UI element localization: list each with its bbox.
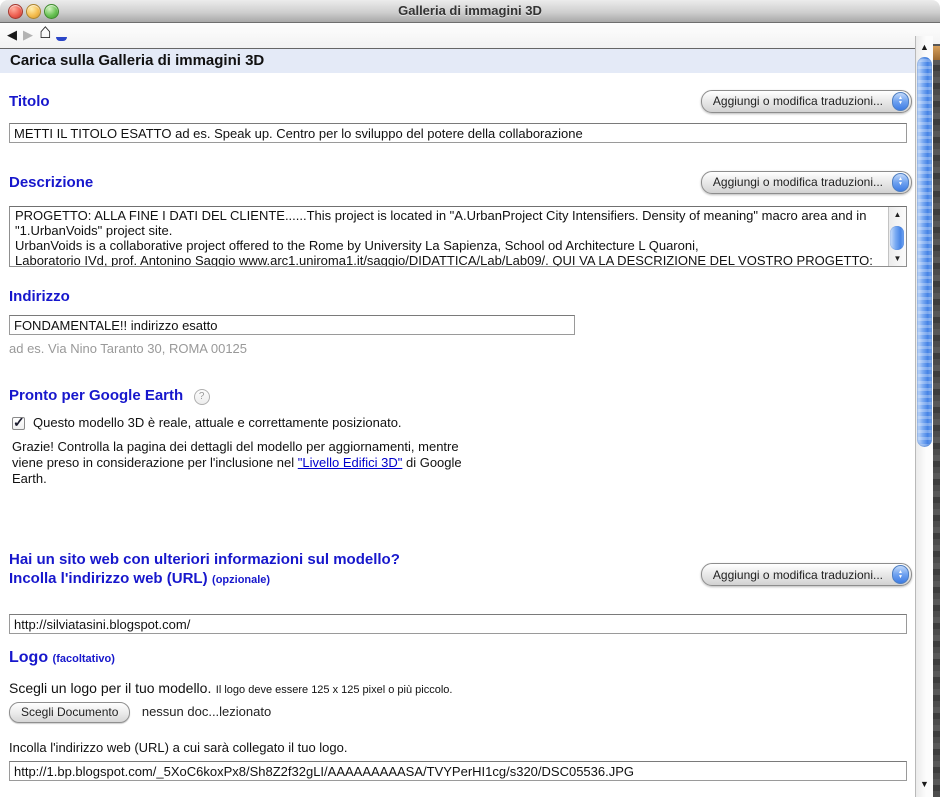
textarea-scrollbar[interactable]: ▲ ▼ — [888, 207, 906, 266]
titolo-heading: Titolo — [9, 93, 50, 110]
translations-popup[interactable]: Aggiungi o modifica traduzioni... ▲▼ — [701, 90, 912, 113]
website-heading-line1: Hai un sito web con ulteriori informazio… — [9, 551, 400, 568]
logo-heading: Logo — [9, 649, 48, 666]
website-optional-label: (opzionale) — [212, 574, 270, 586]
descrizione-text: PROGETTO: ALLA FINE I DATI DEL CLIENTE..… — [10, 207, 888, 266]
page-content: Carica sulla Galleria di immagini 3D Tit… — [0, 48, 916, 797]
home-underline-decoration — [56, 37, 67, 41]
translations-popup-label: Aggiungi o modifica traduzioni... — [713, 175, 883, 189]
logo-url-label: Incolla l'indirizzo web (URL) a cui sarà… — [9, 740, 906, 756]
real-model-checkbox-label: Questo modello 3D è reale, attuale e cor… — [33, 415, 402, 431]
window-titlebar: Galleria di immagini 3D — [0, 0, 940, 23]
translations-popup-label: Aggiungi o modifica traduzioni... — [713, 94, 883, 108]
home-icon[interactable]: ⌂ — [39, 23, 52, 41]
logo-choose-text: Scegli un logo per il tuo modello. — [9, 680, 211, 696]
website-heading-line2: Incolla l'indirizzo web (URL) — [9, 570, 208, 587]
scroll-up-icon[interactable]: ▲ — [916, 38, 933, 57]
google-earth-heading: Pronto per Google Earth — [9, 387, 183, 404]
desktop-background-detail — [933, 46, 940, 60]
help-icon[interactable]: ? — [194, 389, 210, 405]
website-url-input[interactable] — [9, 614, 907, 634]
logo-size-hint: Il logo deve essere 125 x 125 pixel o pi… — [216, 684, 453, 696]
livello-edifici-link[interactable]: "Livello Edifici 3D" — [298, 455, 403, 470]
app-window: Galleria di immagini 3D ◀ ▶ ⌂ Carica sul… — [0, 0, 940, 797]
popup-stepper-icon: ▲▼ — [892, 92, 909, 111]
indirizzo-hint: ad es. Via Nino Taranto 30, ROMA 00125 — [9, 341, 906, 356]
forward-icon: ▶ — [23, 26, 33, 44]
desktop-background-strip — [933, 44, 940, 797]
scrollbar-thumb[interactable] — [917, 57, 932, 447]
descrizione-heading: Descrizione — [9, 174, 93, 191]
browser-toolbar: ◀ ▶ ⌂ — [0, 23, 940, 48]
window-title: Galleria di immagini 3D — [0, 3, 940, 18]
back-icon[interactable]: ◀ — [7, 26, 17, 44]
popup-stepper-icon: ▲▼ — [892, 565, 909, 584]
indirizzo-heading: Indirizzo — [9, 288, 906, 305]
google-earth-note: Grazie! Controlla la pagina dei dettagli… — [12, 439, 474, 487]
no-file-selected-text: nessun doc...lezionato — [142, 704, 271, 719]
window-scrollbar[interactable]: ▲ ▼ — [915, 36, 933, 797]
titolo-input[interactable] — [9, 123, 907, 143]
indirizzo-input[interactable] — [9, 315, 575, 335]
translations-popup-label: Aggiungi o modifica traduzioni... — [713, 568, 883, 582]
scroll-down-icon[interactable]: ▼ — [916, 775, 933, 794]
scroll-up-icon[interactable]: ▲ — [889, 207, 906, 222]
real-model-checkbox[interactable] — [12, 417, 25, 430]
translations-popup[interactable]: Aggiungi o modifica traduzioni... ▲▼ — [701, 171, 912, 194]
translations-popup[interactable]: Aggiungi o modifica traduzioni... ▲▼ — [701, 563, 912, 586]
descrizione-textarea[interactable]: PROGETTO: ALLA FINE I DATI DEL CLIENTE..… — [9, 206, 907, 267]
scroll-down-icon[interactable]: ▼ — [889, 251, 906, 266]
textarea-scrollbar-thumb[interactable] — [890, 226, 904, 250]
popup-stepper-icon: ▲▼ — [892, 173, 909, 192]
choose-file-button[interactable]: Scegli Documento — [9, 702, 130, 723]
logo-optional-label: (facoltativo) — [53, 653, 115, 665]
logo-url-input[interactable] — [9, 761, 907, 781]
page-title: Carica sulla Galleria di immagini 3D — [0, 49, 916, 73]
